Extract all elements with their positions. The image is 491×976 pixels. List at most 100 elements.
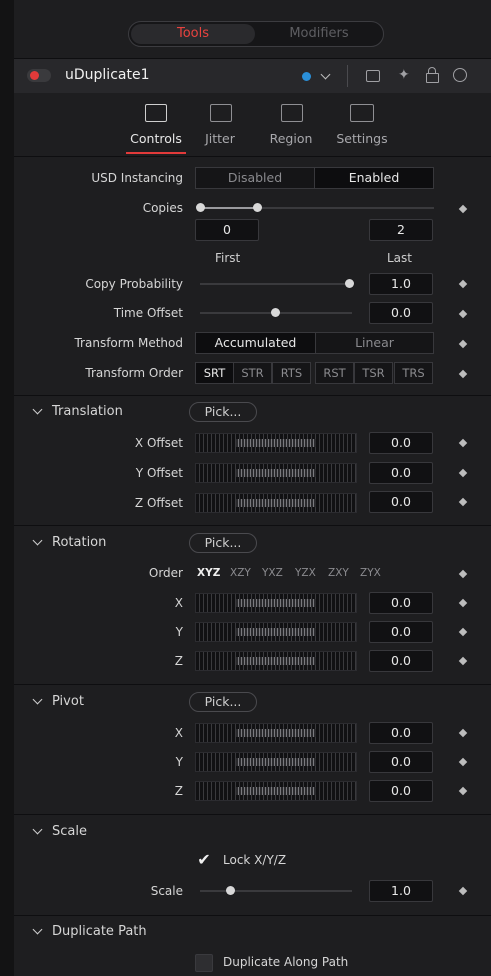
keyframe-diamond-icon[interactable] — [458, 369, 468, 379]
copies-last-handle[interactable] — [253, 203, 262, 212]
transform-order-rts[interactable]: RTS — [272, 362, 311, 384]
rotation-order-yzx[interactable]: YZX — [295, 567, 316, 579]
keyframe-diamond-icon[interactable] — [458, 886, 468, 896]
keyframe-diamond-icon[interactable] — [458, 728, 468, 738]
keyframe-diamond-icon[interactable] — [458, 339, 468, 349]
versions-icon[interactable] — [366, 70, 380, 82]
keyframe-diamond-icon[interactable] — [458, 598, 468, 608]
keyframe-diamond-icon[interactable] — [458, 757, 468, 767]
copies-last-field[interactable]: 2 — [369, 219, 433, 241]
red-dot-icon — [30, 71, 39, 80]
usd-instancing-disabled[interactable]: Disabled — [195, 167, 315, 189]
keyframe-diamond-icon[interactable] — [458, 468, 468, 478]
pivot-x-field[interactable]: 0.0 — [369, 722, 433, 744]
transform-method-accumulated[interactable]: Accumulated — [195, 332, 316, 354]
keyframe-diamond-icon[interactable] — [458, 497, 468, 507]
copies-last-caption: Last — [387, 251, 412, 265]
translation-pick-button[interactable]: Pick... — [189, 402, 257, 422]
rotation-x-thumbwheel[interactable] — [195, 593, 357, 613]
usd-instancing-label: USD Instancing — [91, 171, 183, 185]
copy-probability-handle[interactable] — [345, 279, 354, 288]
y-offset-field[interactable]: 0.0 — [369, 462, 433, 484]
keyframe-diamond-icon[interactable] — [458, 569, 468, 579]
x-offset-field[interactable]: 0.0 — [369, 432, 433, 454]
scale-slider[interactable] — [200, 890, 352, 892]
pivot-x-label: X — [174, 726, 183, 740]
copy-probability-slider[interactable] — [200, 283, 352, 285]
transform-method-linear[interactable]: Linear — [315, 332, 434, 354]
transform-order-trs[interactable]: TRS — [394, 362, 433, 384]
copies-first-field[interactable]: 0 — [195, 219, 259, 241]
pivot-x-thumbwheel[interactable] — [195, 723, 357, 743]
time-offset-label: Time Offset — [113, 306, 183, 320]
z-offset-field[interactable]: 0.0 — [369, 491, 433, 513]
keyframe-diamond-icon[interactable] — [458, 438, 468, 448]
transform-order-tsr[interactable]: TSR — [354, 362, 393, 384]
rotation-pick-button[interactable]: Pick... — [189, 533, 257, 553]
settings-tab[interactable]: Settings — [327, 100, 397, 156]
chevron-down-icon[interactable] — [32, 824, 43, 835]
keyframe-diamond-icon[interactable] — [458, 786, 468, 796]
usd-instancing-enabled[interactable]: Enabled — [314, 167, 434, 189]
rotation-z-field[interactable]: 0.0 — [369, 650, 433, 672]
chevron-down-icon[interactable] — [320, 69, 331, 80]
pivot-z-thumbwheel[interactable] — [195, 781, 357, 801]
pivot-z-field[interactable]: 0.0 — [369, 780, 433, 802]
time-offset-handle[interactable] — [271, 308, 280, 317]
controls-tab[interactable]: Controls — [121, 100, 191, 156]
pivot-y-thumbwheel[interactable] — [195, 752, 357, 772]
rotation-order-yxz[interactable]: YXZ — [262, 567, 283, 579]
duplicate-path-section-title[interactable]: Duplicate Path — [52, 924, 147, 939]
rotation-y-thumbwheel[interactable] — [195, 622, 357, 642]
chevron-down-icon[interactable] — [32, 924, 43, 935]
keyframe-diamond-icon[interactable] — [458, 627, 468, 637]
scale-handle[interactable] — [226, 886, 235, 895]
transform-order-srt[interactable]: SRT — [195, 362, 234, 384]
y-offset-thumbwheel[interactable] — [195, 463, 357, 483]
lock-icon[interactable] — [426, 67, 439, 83]
copy-probability-field[interactable]: 1.0 — [369, 273, 433, 295]
rotation-x-field[interactable]: 0.0 — [369, 592, 433, 614]
tools-tab[interactable]: Tools — [131, 24, 255, 44]
keyframe-diamond-icon[interactable] — [458, 279, 468, 289]
lock-xyz-checkbox[interactable]: ✔ — [195, 851, 213, 869]
time-offset-field[interactable]: 0.0 — [369, 302, 433, 324]
tab-label: Settings — [336, 131, 388, 146]
pivot-y-field[interactable]: 0.0 — [369, 751, 433, 773]
transform-order-str[interactable]: STR — [233, 362, 272, 384]
rotation-order-xzy[interactable]: XZY — [230, 567, 251, 579]
modifiers-tab[interactable]: Modifiers — [257, 24, 381, 44]
rotation-section-title[interactable]: Rotation — [52, 535, 106, 550]
scale-section-title[interactable]: Scale — [52, 824, 87, 839]
transform-order-rst[interactable]: RST — [315, 362, 354, 384]
x-offset-thumbwheel[interactable] — [195, 433, 357, 453]
pivot-pick-button[interactable]: Pick... — [189, 692, 257, 712]
keyframe-diamond-icon[interactable] — [458, 204, 468, 214]
node-color-dot-icon[interactable] — [302, 72, 311, 81]
duplicate-along-path-checkbox[interactable] — [195, 954, 213, 972]
pivot-section-title[interactable]: Pivot — [52, 694, 84, 709]
copies-first-handle[interactable] — [196, 203, 205, 212]
keyframe-diamond-icon[interactable] — [458, 656, 468, 666]
chevron-down-icon[interactable] — [32, 694, 43, 705]
rotation-order-zyx[interactable]: ZYX — [360, 567, 381, 579]
scale-field[interactable]: 1.0 — [369, 880, 433, 902]
active-tab-underline — [126, 152, 186, 154]
chevron-down-icon[interactable] — [32, 404, 43, 415]
z-offset-thumbwheel[interactable] — [195, 493, 357, 513]
keyframe-diamond-icon[interactable] — [458, 309, 468, 319]
rotation-y-label: Y — [175, 625, 183, 639]
lock-xyz-label: Lock X/Y/Z — [223, 853, 287, 867]
rotation-y-field[interactable]: 0.0 — [369, 621, 433, 643]
region-tab[interactable]: Region — [256, 100, 326, 156]
rotation-order-xyz[interactable]: XYZ — [197, 567, 220, 579]
rotation-z-thumbwheel[interactable] — [195, 651, 357, 671]
chevron-down-icon[interactable] — [32, 535, 43, 546]
jitter-tab[interactable]: Jitter — [185, 100, 255, 156]
rotation-order-zxy[interactable]: ZXY — [328, 567, 349, 579]
copies-first-caption: First — [215, 251, 241, 265]
translation-section-title[interactable]: Translation — [52, 404, 123, 419]
reset-icon[interactable] — [453, 68, 467, 82]
node-enable-toggle[interactable] — [27, 69, 51, 82]
pin-icon[interactable]: ✦ — [398, 67, 410, 83]
